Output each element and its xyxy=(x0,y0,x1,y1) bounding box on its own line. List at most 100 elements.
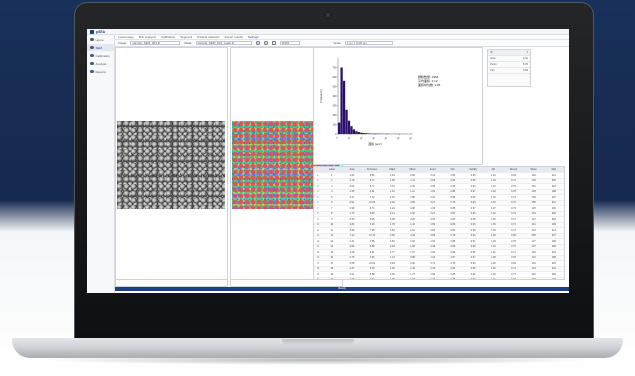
sidebar-item-label: Calibration xyxy=(95,53,110,58)
table-cell: 142 xyxy=(531,173,536,177)
table-cell: 1.41 xyxy=(490,250,496,254)
menu-item[interactable]: Segment xyxy=(180,35,192,39)
refresh-icon[interactable] xyxy=(263,41,268,45)
sidebar-item-home[interactable]: Home xyxy=(87,36,114,43)
home-icon xyxy=(90,37,94,42)
table-cell: 0.88 xyxy=(410,256,415,260)
save-icon[interactable] xyxy=(271,41,276,45)
column-header[interactable]: Max xyxy=(544,168,564,171)
row-index: 15 xyxy=(316,250,320,254)
table-cell: 207 xyxy=(551,195,556,199)
mask-path-field[interactable]: sample_SEM_001_mask.tif xyxy=(195,41,252,45)
table-cell: 0.85 xyxy=(450,272,456,276)
column-header[interactable]: Mean xyxy=(524,168,544,171)
image-path-field[interactable]: sample_SEM_001.tif xyxy=(130,41,181,45)
table-cell: 0.84 xyxy=(450,228,456,232)
sidebar-item-sem[interactable]: SEM xyxy=(87,44,114,51)
table-cell: 0.96 xyxy=(470,272,476,276)
sidebar-item-calibration[interactable]: Calibration xyxy=(87,52,114,59)
column-header[interactable]: Solidity xyxy=(463,168,483,171)
column-header[interactable]: AR xyxy=(483,168,503,171)
table-cell: 16 xyxy=(330,256,334,260)
table-cell: 0.69 xyxy=(511,261,516,265)
table-cell: 1.36 xyxy=(490,272,496,276)
histogram-panel: 0 100 200 300 400 500 600 700 0 10 20 30 40 50 60 面积 (µ… xyxy=(313,47,483,165)
table-cell: 8 xyxy=(331,212,333,216)
table-cell: 4.02 xyxy=(390,201,395,205)
table-cell: 1.41 xyxy=(410,179,415,183)
table-cell: 10.22 xyxy=(369,261,376,265)
menu-item[interactable]: Export results xyxy=(225,35,243,39)
table-cell: 145 xyxy=(531,250,536,254)
table-cell: 3.95 xyxy=(349,228,355,232)
column-header[interactable]: Minor xyxy=(402,168,422,171)
table-cell: 2.36 xyxy=(390,272,395,276)
y-tick-label: 100 xyxy=(333,123,338,126)
menu-item[interactable]: Particle statistics xyxy=(197,35,219,39)
menu-item[interactable]: Run analysis xyxy=(139,35,156,39)
x-tick-label: 30 xyxy=(372,136,376,140)
table-cell: 0.86 xyxy=(450,239,456,243)
table-cell: 0.78 xyxy=(511,190,516,194)
column-header[interactable]: Label xyxy=(322,168,342,171)
table-cell: 137 xyxy=(531,245,536,249)
settings-icon[interactable] xyxy=(255,41,260,45)
zoom-field[interactable]: 100% xyxy=(279,41,300,45)
table-cell: 143 xyxy=(531,228,536,232)
table-cell: 4 xyxy=(331,190,333,194)
image-label: Image xyxy=(118,41,127,45)
table-cell: 223 xyxy=(551,184,556,188)
table-cell: 1.96 xyxy=(390,179,395,183)
table-cell: 5.33 xyxy=(349,217,355,221)
table-cell: 0.73 xyxy=(511,228,516,232)
column-header[interactable]: Feret xyxy=(423,168,443,171)
menu-item[interactable]: Load image xyxy=(118,35,134,39)
table-cell: 5.18 xyxy=(369,223,375,227)
table-cell: 3.36 xyxy=(369,256,375,260)
table-cell: 134 xyxy=(531,212,536,216)
table-cell: 1.61 xyxy=(430,239,436,243)
table-cell: 151 xyxy=(531,184,536,188)
table-cell: 4.62 xyxy=(349,173,355,177)
table-cell: 10.70 xyxy=(369,234,376,238)
table-cell: 0.78 xyxy=(349,256,355,260)
menu-item[interactable]: Settings xyxy=(248,35,259,39)
table-cell: 0.96 xyxy=(470,223,476,227)
scale-field[interactable]: 1 px = 0.05 µm xyxy=(345,41,394,45)
table-cell: 136 xyxy=(531,179,536,183)
histogram-bar xyxy=(345,109,348,134)
column-header[interactable]: Circ. xyxy=(443,168,463,171)
table-cell: 128 xyxy=(531,190,536,194)
table-cell: 2.94 xyxy=(430,250,436,254)
table-cell: 139 xyxy=(531,195,536,199)
mask-label: Mask xyxy=(184,41,192,45)
original-image-panel[interactable] xyxy=(115,47,228,287)
column-header[interactable]: Perimeter xyxy=(362,168,382,171)
column-header[interactable]: Round xyxy=(503,168,523,171)
table-cell: 1.78 xyxy=(390,223,395,227)
menu-item[interactable]: Calibration xyxy=(161,35,175,39)
sidebar-item-label: SEM xyxy=(95,45,103,50)
sidebar-item-reports[interactable]: Reports xyxy=(87,68,114,75)
column-header[interactable]: Area xyxy=(342,168,362,171)
table-cell: 2.48 xyxy=(410,234,415,238)
table-cell: 1.62 xyxy=(410,212,415,216)
image-icon xyxy=(90,45,94,50)
table-row[interactable]: 20 20 1.09 4.02 1.35 1.03 1.43 0.85 0.97 1.31 0.76… xyxy=(314,277,564,279)
detail-key: ID xyxy=(490,51,493,54)
table-cell: 0.84 xyxy=(450,267,456,271)
row-index: 7 xyxy=(317,206,319,210)
table-cell: 3.66 xyxy=(390,234,395,238)
histogram-bar xyxy=(367,133,370,134)
table-cell: 3.30 xyxy=(430,217,436,221)
histogram-bar xyxy=(338,122,341,134)
table-cell: 0.68 xyxy=(511,234,516,238)
table-cell: 231 xyxy=(551,201,556,205)
table-cell: 140 xyxy=(531,272,536,276)
sidebar-item-analysis[interactable]: Analysis xyxy=(87,60,114,67)
sidebar-list: Home SEM Calibration Analysis Reports xyxy=(87,36,114,75)
column-header[interactable]: Major xyxy=(382,168,402,171)
y-tick-label: 600 xyxy=(333,76,338,79)
particle-table[interactable]: Label Area Perimeter Major Minor Feret Circ. So… xyxy=(313,166,565,280)
table-cell: 202 xyxy=(551,212,556,216)
